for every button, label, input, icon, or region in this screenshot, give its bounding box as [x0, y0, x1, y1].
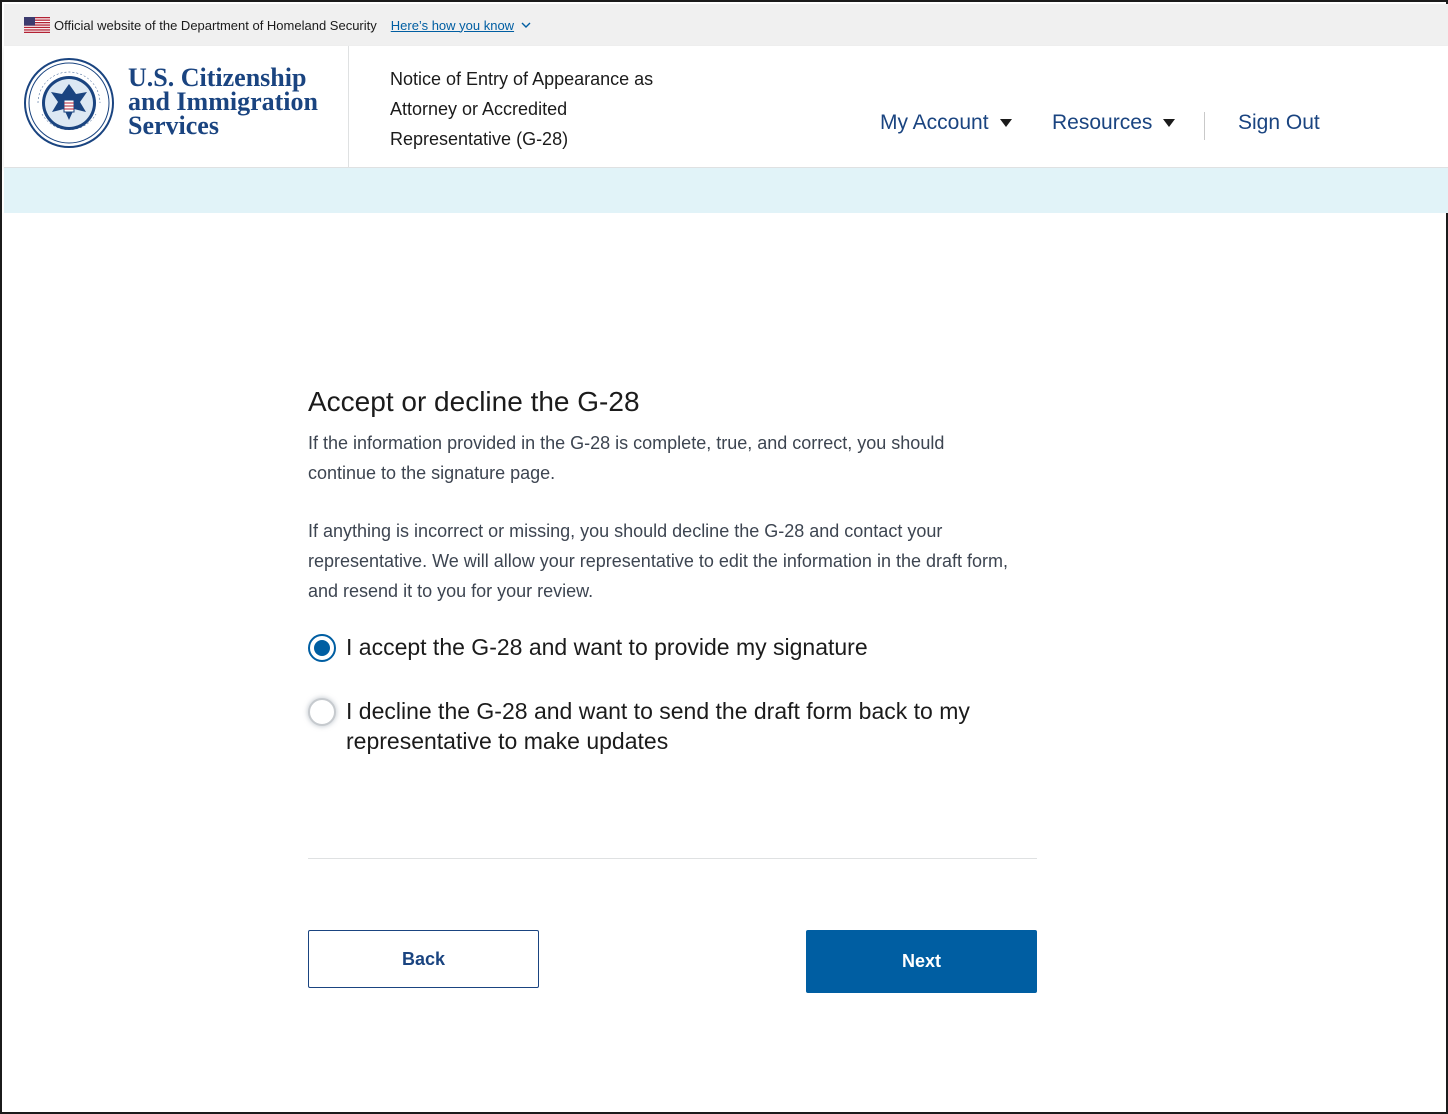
sign-out-link[interactable]: Sign Out — [1238, 108, 1320, 138]
site-header: U.S. Citizenship and Immigration Service… — [4, 46, 1448, 168]
nav-my-account[interactable]: My Account — [880, 108, 1013, 138]
decline-option[interactable]: I decline the G-28 and want to send the … — [308, 696, 1038, 756]
accept-label[interactable]: I accept the G-28 and want to provide my… — [346, 632, 868, 662]
nav-resources[interactable]: Resources — [1052, 108, 1176, 138]
gov-banner: Official website of the Department of Ho… — [4, 4, 1448, 46]
main-content: Accept or decline the G-28 If the inform… — [308, 380, 1038, 756]
instructions-paragraph-1: If the information provided in the G-28 … — [308, 433, 945, 483]
next-button[interactable]: Next — [806, 930, 1037, 993]
how-you-know-link[interactable]: Here’s how you know — [391, 18, 531, 33]
my-account-label: My Account — [880, 111, 989, 134]
form-title: Notice of Entry of Appearance as Attorne… — [390, 69, 654, 149]
header-divider — [348, 46, 349, 168]
caret-down-icon — [1163, 119, 1176, 127]
official-website-text: Official website of the Department of Ho… — [54, 17, 377, 33]
agency-name[interactable]: U.S. Citizenship and Immigration Service… — [128, 65, 318, 140]
caret-down-icon — [999, 119, 1012, 127]
resources-label: Resources — [1052, 111, 1153, 134]
nav-separator — [1204, 112, 1205, 140]
back-button[interactable]: Back — [308, 930, 539, 988]
how-you-know-label: Here’s how you know — [390, 17, 515, 33]
agency-line-3: Services — [128, 111, 219, 140]
accept-radio[interactable] — [308, 634, 336, 662]
decline-radio[interactable] — [308, 698, 336, 726]
decline-label[interactable]: I decline the G-28 and want to send the … — [346, 696, 1036, 756]
dhs-seal-icon[interactable] — [24, 58, 114, 148]
page-title: Accept or decline the G-28 — [308, 386, 640, 417]
page-frame: Official website of the Department of Ho… — [0, 0, 1448, 1114]
accept-option[interactable]: I accept the G-28 and want to provide my… — [308, 632, 1038, 662]
chevron-down-icon — [521, 22, 531, 28]
us-flag-icon — [24, 17, 50, 33]
content-divider — [308, 858, 1037, 859]
subheader-strip — [4, 168, 1448, 213]
instructions-paragraph-2: If anything is incorrect or missing, you… — [308, 521, 1008, 601]
